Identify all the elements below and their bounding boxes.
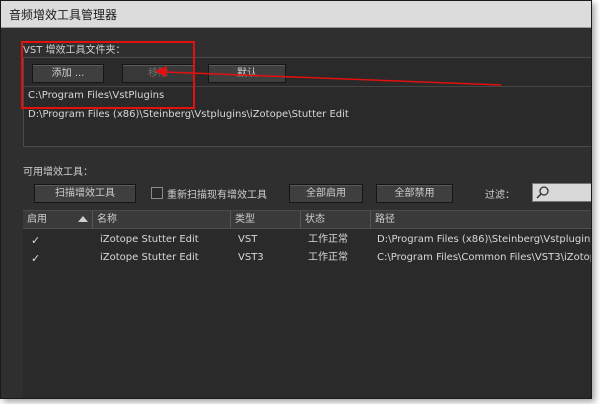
enable-all-button[interactable]: 全部启用: [289, 184, 363, 203]
column-header-name[interactable]: 名称: [93, 211, 231, 228]
table-row[interactable]: ✓ iZotope Stutter Edit VST3 工作正常 C:\Prog…: [23, 249, 591, 267]
plugin-type: VST: [238, 234, 258, 245]
column-header-enabled[interactable]: 启用: [23, 211, 93, 228]
plugin-path: C:\Program Files\Common Files\VST3\iZoto…: [377, 252, 591, 263]
column-header-label: 启用: [27, 214, 47, 225]
plugin-path: D:\Program Files (x86)\Steinberg\Vstplug…: [377, 234, 591, 245]
enabled-check-icon[interactable]: ✓: [31, 234, 40, 247]
plugin-name: iZotope Stutter Edit: [100, 234, 199, 245]
scan-plugins-button[interactable]: 扫描增效工具: [34, 184, 136, 203]
rescan-existing-label[interactable]: 重新扫描现有增效工具: [167, 186, 267, 201]
column-header-status[interactable]: 状态: [301, 211, 371, 228]
plugin-status: 工作正常: [308, 234, 348, 245]
annotation-arrow: [155, 66, 502, 86]
sort-ascending-icon: [78, 216, 88, 222]
column-header-type[interactable]: 类型: [231, 211, 301, 228]
plugins-table: 启用 名称 类型 状态 路径 ✓ iZotope Stutter Edit VS…: [23, 210, 591, 398]
column-header-path[interactable]: 路径: [371, 211, 591, 228]
plugin-manager-window: 音频增效工具管理器 VST 增效工具文件夹： 添加 ... 移除 默认 C:\P…: [0, 0, 592, 399]
plugin-name: iZotope Stutter Edit: [100, 252, 199, 263]
folder-path-item[interactable]: D:\Program Files (x86)\Steinberg\Vstplug…: [28, 107, 349, 123]
checkbox-icon[interactable]: [151, 187, 163, 199]
table-header: 启用 名称 类型 状态 路径: [23, 211, 591, 229]
filter-input[interactable]: [532, 183, 591, 202]
plugin-type: VST3: [238, 252, 264, 263]
table-row[interactable]: ✓ iZotope Stutter Edit VST 工作正常 D:\Progr…: [23, 231, 591, 249]
window-title: 音频增效工具管理器: [9, 8, 118, 22]
filter-label: 过滤：: [485, 190, 515, 201]
search-icon: [536, 186, 549, 199]
disable-all-button[interactable]: 全部禁用: [376, 184, 453, 203]
title-bar: 音频增效工具管理器: [1, 1, 591, 28]
plugin-status: 工作正常: [308, 252, 348, 263]
enabled-check-icon[interactable]: ✓: [31, 252, 40, 265]
available-plugins-label: 可用增效工具：: [23, 167, 93, 178]
